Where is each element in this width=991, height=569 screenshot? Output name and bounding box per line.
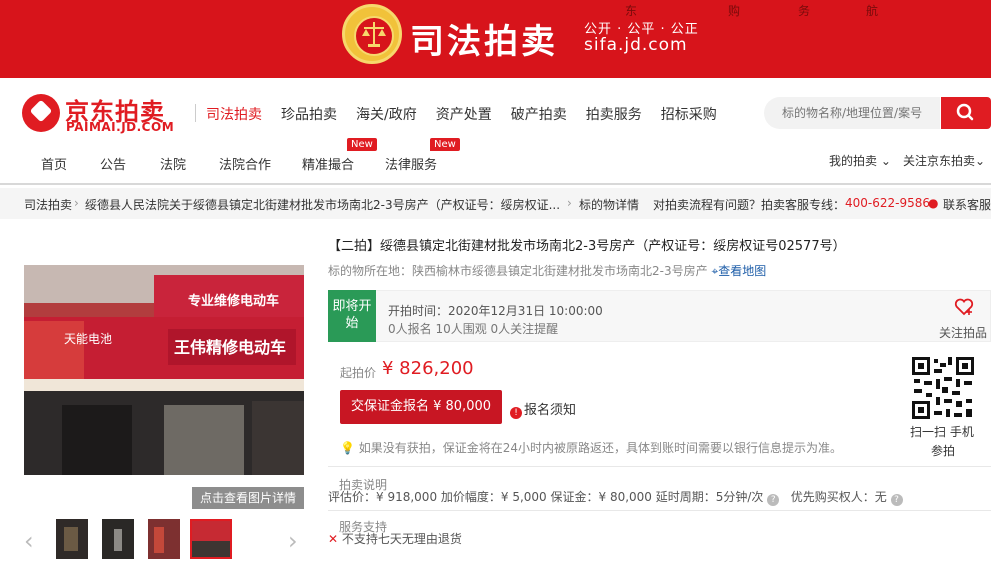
service-hotline-label: 对拍卖流程有问题？拍卖客服专线： xyxy=(653,198,846,212)
start-price: ¥ 826,200 xyxy=(382,358,474,379)
nav-divider xyxy=(195,104,196,122)
registration-notice-link[interactable]: ! 报名须知 xyxy=(510,399,576,419)
subnav-legal-services[interactable]: 法律服务 xyxy=(385,154,437,173)
nav-item-judicial[interactable]: 司法拍卖 xyxy=(206,104,262,124)
breadcrumb-item[interactable]: 绥德县人民法院关于绥德县镇定北街建材批发市场南北2-3号房产（产权证号：绥房权证… xyxy=(85,196,559,213)
shop-sign: 专业维修电动车 xyxy=(188,293,279,309)
divider xyxy=(328,510,991,511)
subnav-court-cooperation[interactable]: 法院合作 xyxy=(219,154,271,173)
contact-service-link[interactable]: 联系客服 xyxy=(943,196,991,213)
subnav-matching[interactable]: 精准撮合 xyxy=(302,154,354,173)
qr-code xyxy=(910,355,976,421)
main-photo[interactable]: 天能电池 王伟精修电动车 专业维修电动车 xyxy=(24,265,304,475)
court-emblem-icon xyxy=(342,4,402,64)
start-price-label: 起拍价 xyxy=(340,366,377,380)
qr-label: 扫一扫 手机 xyxy=(910,425,974,439)
shop-sign: 天能电池 xyxy=(64,332,112,346)
start-time: 开拍时间：2020年12月31日 10:00:00 xyxy=(388,304,603,318)
top-link[interactable]: 东 xyxy=(625,2,637,19)
breadcrumb-sep: › xyxy=(567,196,572,210)
qr-label-2: 参拍 xyxy=(931,444,956,458)
service-text: 不支持七天无理由退货 xyxy=(341,532,462,546)
chevron-left-icon[interactable]: ‹ xyxy=(24,527,34,555)
search-icon xyxy=(956,103,974,121)
subnav-home[interactable]: 首页 xyxy=(41,154,67,173)
thumbnail[interactable] xyxy=(102,519,134,559)
lightbulb-icon: 💡 xyxy=(340,441,355,455)
product-location: 标的物所在地：陕西榆林市绥德县镇定北街建材批发市场南北2-3号房产 ⌖查看地图 xyxy=(328,262,766,279)
notice-label: 报名须知 xyxy=(524,403,577,418)
pay-deposit-button[interactable]: 交保证金报名 ¥ 80,000 xyxy=(340,390,502,424)
chevron-down-icon: ⌄ xyxy=(877,154,891,168)
product-title: 【二拍】绥德县镇定北街建材批发市场南北2-3号房产（产权证号：绥房权证号0257… xyxy=(328,239,846,254)
follow-jd-menu[interactable]: 关注京东拍卖⌄ xyxy=(903,152,985,169)
main-nav: 司法拍卖 珍品拍卖 海关/政府 资产处置 破产拍卖 拍卖服务 招标采购 xyxy=(206,104,736,124)
logo-sub: PAIMAI.JD.COM xyxy=(66,120,175,134)
search-input[interactable] xyxy=(764,97,940,129)
follow-jd-label: 关注京东拍卖 xyxy=(903,154,976,168)
breadcrumb-current: 标的物详情 xyxy=(579,198,640,212)
top-banner: 司法拍卖 公开 · 公平 · 公正 sifa.jd.com 东 购 务 航 xyxy=(0,0,991,78)
nav-item-bankruptcy[interactable]: 破产拍卖 xyxy=(511,104,567,124)
close-icon: ✕ xyxy=(328,532,339,546)
breadcrumb-root[interactable]: 司法拍卖 xyxy=(24,196,72,213)
top-link[interactable]: 购 xyxy=(728,2,740,19)
thumbnail[interactable] xyxy=(56,519,88,559)
tip-text: 如果没有获拍，保证金将在24小时内被原路返还，具体到账时间需要以银行信息提示为准… xyxy=(358,441,843,455)
thumbnail-active[interactable] xyxy=(190,519,232,559)
terms-text: 评估价：¥ 918,000 加价幅度：¥ 5,000 保证金：¥ 80,000 … xyxy=(328,490,764,504)
location-label: 标的物所在地： xyxy=(328,264,413,278)
alert-icon: ! xyxy=(510,407,522,419)
thumbnail[interactable] xyxy=(148,519,180,559)
subnav-court[interactable]: 法院 xyxy=(160,154,186,173)
my-auction-menu[interactable]: 我的拍卖 ⌄ xyxy=(829,152,891,169)
status-badge: 即将开始 xyxy=(328,290,376,342)
priority-buyer: 优先购买权人：无 xyxy=(790,490,887,504)
chevron-down-icon: ⌄ xyxy=(975,154,986,168)
refund-tip: 💡 如果没有获拍，保证金将在24小时内被原路返还，具体到账时间需要以银行信息提示… xyxy=(340,439,842,456)
banner-domain: sifa.jd.com xyxy=(584,35,688,55)
view-map-link[interactable]: 查看地图 xyxy=(718,264,766,278)
banner-title: 司法拍卖 xyxy=(410,22,558,62)
new-badge: New xyxy=(347,138,377,151)
heart-plus-icon[interactable] xyxy=(954,298,974,319)
help-icon[interactable]: ? xyxy=(890,494,903,506)
nav-item-bidding[interactable]: 招标采购 xyxy=(661,104,717,124)
jd-logo-icon xyxy=(22,94,60,132)
chevron-right-icon[interactable]: › xyxy=(288,527,298,555)
follow-item-button[interactable]: 关注拍品 xyxy=(939,324,987,341)
help-icon[interactable]: ? xyxy=(767,494,780,506)
divider xyxy=(328,466,991,467)
nav-item-treasure[interactable]: 珍品拍卖 xyxy=(281,104,337,124)
my-auction-label: 我的拍卖 xyxy=(829,154,878,168)
auction-terms: 评估价：¥ 918,000 加价幅度：¥ 5,000 保证金：¥ 80,000 … xyxy=(328,488,903,506)
breadcrumb: 司法拍卖 › 绥德县人民法院关于绥德县镇定北街建材批发市场南北2-3号房产（产权… xyxy=(0,188,991,219)
new-badge: New xyxy=(430,138,460,151)
top-link[interactable]: 务 xyxy=(798,2,810,19)
contact-service-icon: ● xyxy=(928,196,939,210)
nav-divider-line xyxy=(0,183,991,185)
nav-item-services[interactable]: 拍卖服务 xyxy=(586,104,642,124)
participation-counts: 0人报名 10人围观 0人关注提醒 xyxy=(388,322,559,336)
service-hotline-number: 400-622-9586 xyxy=(845,196,931,210)
service-support: ✕ 不支持七天无理由退货 xyxy=(328,530,462,547)
location-value: 陕西榆林市绥德县镇定北街建材批发市场南北2-3号房产 xyxy=(412,264,708,278)
shop-sign: 王伟精修电动车 xyxy=(174,338,286,357)
view-photo-details-button[interactable]: 点击查看图片详情 xyxy=(192,487,304,509)
subnav-notice[interactable]: 公告 xyxy=(100,154,126,173)
nav-item-customs[interactable]: 海关/政府 xyxy=(356,104,417,124)
nav-item-assets[interactable]: 资产处置 xyxy=(436,104,492,124)
top-link[interactable]: 航 xyxy=(866,2,878,19)
breadcrumb-sep: › xyxy=(74,196,79,210)
search-button[interactable] xyxy=(941,97,991,129)
